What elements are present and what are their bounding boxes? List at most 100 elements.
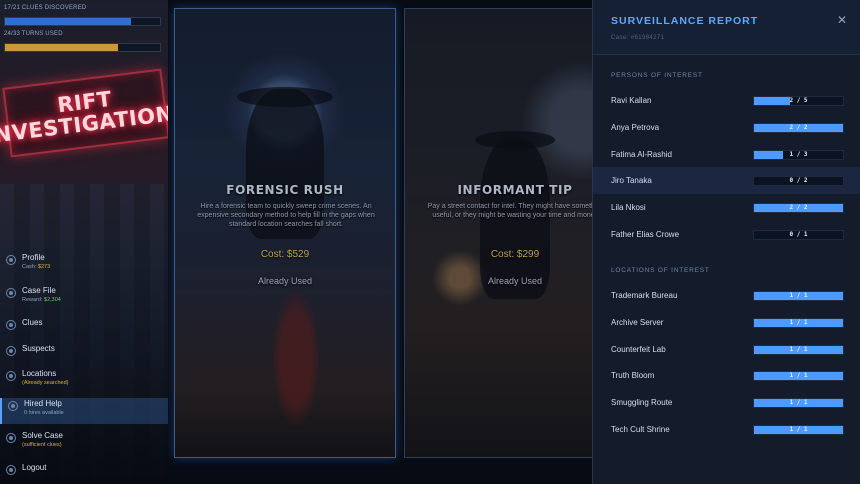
card-cost: Cost: $529 bbox=[260, 249, 310, 260]
location-progress-value: 1 / 1 bbox=[789, 426, 808, 433]
location-name: Smuggling Route bbox=[611, 398, 673, 408]
sidebar-item-hired-help[interactable]: Hired Help 0 hires available bbox=[0, 398, 168, 424]
neon-logo-sign: RIFT INVESTIGATIONS bbox=[0, 68, 168, 158]
person-progress-value: 1 / 3 bbox=[789, 150, 808, 158]
case-file-icon bbox=[6, 288, 16, 298]
location-row[interactable]: Smuggling Route 1 / 1 bbox=[593, 389, 860, 416]
location-row[interactable]: Archive Server 1 / 1 bbox=[593, 309, 860, 336]
sidebar-item-subtitle: (Already searched) bbox=[22, 380, 69, 386]
card-description: Pay a street contact for intel. They mig… bbox=[427, 203, 592, 219]
person-name: Ravi Kallan bbox=[611, 96, 652, 105]
clues-progress-label: 17/21 CLUES DISCOVERED bbox=[4, 5, 87, 11]
solve-case-icon bbox=[6, 433, 16, 443]
location-name: Trademark Bureau bbox=[611, 291, 678, 300]
person-progress-value: 2 / 2 bbox=[789, 204, 808, 212]
location-progress-bar: 1 / 1 bbox=[753, 291, 844, 301]
location-progress-bar: 1 / 1 bbox=[753, 425, 844, 435]
person-progress-bar: 0 / 1 bbox=[753, 230, 844, 240]
sidebar-item-clues[interactable]: Clues bbox=[0, 317, 168, 343]
card-status: Already Used bbox=[257, 276, 313, 286]
sidebar-item-subtitle: (sufficient clues) bbox=[22, 442, 62, 448]
location-row[interactable]: Truth Bloom 1 / 1 bbox=[593, 362, 860, 389]
person-row[interactable]: Fatima Al-Rashid 1 / 3 bbox=[593, 141, 860, 168]
location-progress-value: 1 / 1 bbox=[789, 372, 808, 380]
locations-section-title: LOCATIONS OF INTEREST bbox=[611, 267, 710, 274]
card-title: FORENSIC RUSH bbox=[226, 183, 344, 197]
sidebar-item-label: Solve Case bbox=[22, 431, 63, 440]
card-status: Already Used bbox=[487, 276, 543, 286]
person-row[interactable]: Father Elias Crowe 0 / 1 bbox=[593, 221, 860, 248]
clues-icon bbox=[6, 320, 16, 330]
hired-help-icon bbox=[8, 401, 18, 411]
location-progress-value: 1 / 1 bbox=[789, 399, 808, 407]
location-row[interactable]: Tech Cult Shrine 1 / 1 bbox=[593, 416, 860, 443]
logout-icon bbox=[6, 465, 16, 475]
location-progress-bar: 1 / 1 bbox=[753, 317, 844, 328]
sidebar-item-suspects[interactable]: Suspects bbox=[0, 343, 168, 369]
location-progress-bar: 1 / 1 bbox=[753, 344, 844, 355]
location-name: Truth Bloom bbox=[611, 371, 655, 381]
location-row[interactable]: Counterfeit Lab 1 / 1 bbox=[593, 336, 860, 363]
sidebar-item-subtitle: 0 hires available bbox=[24, 410, 64, 416]
location-progress-bar: 1 / 1 bbox=[753, 398, 844, 409]
person-progress-value: 0 / 2 bbox=[789, 177, 808, 185]
hired-help-panel: FORENSIC RUSH Hire a forensic team to qu… bbox=[168, 0, 592, 484]
sidebar-item-label: Hired Help bbox=[24, 399, 62, 408]
close-icon[interactable]: ✕ bbox=[835, 13, 849, 27]
person-row[interactable]: Ravi Kallan 2 / 5 bbox=[593, 87, 860, 114]
location-progress-bar: 1 / 1 bbox=[753, 371, 844, 382]
sidebar-item-label: Clues bbox=[22, 318, 43, 327]
sidebar-item-label: Profile bbox=[22, 253, 45, 262]
person-name: Jiro Tanaka bbox=[611, 176, 652, 186]
locations-icon bbox=[6, 371, 16, 381]
person-name: Lila Nkosi bbox=[611, 203, 646, 213]
person-progress-value: 0 / 1 bbox=[789, 231, 808, 238]
location-row[interactable]: Trademark Bureau 1 / 1 bbox=[593, 282, 860, 309]
profile-icon bbox=[6, 255, 16, 265]
card-title: INFORMANT TIP bbox=[457, 183, 573, 197]
person-name: Fatima Al-Rashid bbox=[611, 149, 672, 159]
sidebar-item-case-file[interactable]: Case File Reward: $2,304 bbox=[0, 285, 168, 311]
person-row[interactable]: Jiro Tanaka 0 / 2 bbox=[593, 167, 860, 195]
person-name: Father Elias Crowe bbox=[611, 230, 680, 239]
location-name: Archive Server bbox=[611, 317, 664, 327]
forensic-rush-card[interactable]: FORENSIC RUSH Hire a forensic team to qu… bbox=[174, 8, 396, 458]
person-row[interactable]: Anya Petrova 2 / 2 bbox=[593, 114, 860, 141]
location-progress-value: 1 / 1 bbox=[789, 292, 808, 299]
person-row[interactable]: Lila Nkosi 2 / 2 bbox=[593, 194, 860, 221]
person-name: Anya Petrova bbox=[611, 122, 660, 132]
person-progress-value: 2 / 5 bbox=[789, 97, 808, 104]
location-name: Counterfeit Lab bbox=[611, 344, 666, 354]
case-number: Case: #61984271 bbox=[611, 35, 665, 41]
sidebar-item-solve-case[interactable]: Solve Case (sufficient clues) bbox=[0, 430, 168, 456]
sidebar-item-label: Case File bbox=[22, 286, 56, 295]
sidebar-item-profile[interactable]: Profile Cash: $273 bbox=[0, 252, 168, 278]
sidebar-item-locations[interactable]: Locations (Already searched) bbox=[0, 368, 168, 394]
turns-progress-fill bbox=[5, 44, 119, 51]
report-header: SURVEILLANCE REPORT Case: #61984271 ✕ bbox=[593, 0, 860, 55]
person-progress-bar: 0 / 2 bbox=[753, 176, 844, 187]
sidebar-item-label: Logout bbox=[22, 463, 47, 472]
card-description: Hire a forensic team to quickly sweep cr… bbox=[197, 203, 375, 228]
report-title: SURVEILLANCE REPORT bbox=[611, 15, 759, 27]
location-name: Tech Cult Shrine bbox=[611, 425, 670, 434]
sidebar-item-label: Locations bbox=[22, 369, 57, 378]
persons-section-title: PERSONS OF INTEREST bbox=[611, 72, 703, 79]
location-progress-value: 1 / 1 bbox=[789, 318, 808, 326]
person-progress-bar: 1 / 3 bbox=[753, 149, 844, 160]
card-cost: Cost: $299 bbox=[490, 249, 540, 260]
informant-tip-card[interactable]: INFORMANT TIP Pay a street contact for i… bbox=[404, 8, 592, 458]
sidebar-item-subtitle: Reward: $2,304 bbox=[22, 297, 61, 303]
person-progress-value: 2 / 2 bbox=[789, 123, 808, 131]
clues-progress-bar bbox=[4, 17, 161, 26]
location-progress-value: 1 / 1 bbox=[789, 345, 808, 353]
clues-progress-fill bbox=[5, 18, 131, 25]
sidebar-item-label: Suspects bbox=[22, 344, 55, 353]
turns-progress-label: 24/33 TURNS USED bbox=[4, 31, 63, 37]
sidebar-item-logout[interactable]: Logout bbox=[0, 462, 168, 484]
person-progress-bar: 2 / 2 bbox=[753, 203, 844, 214]
suspects-icon bbox=[6, 346, 16, 356]
sidebar: 17/21 CLUES DISCOVERED 24/33 TURNS USED … bbox=[0, 0, 168, 484]
surveillance-report-panel: SURVEILLANCE REPORT Case: #61984271 ✕ PE… bbox=[592, 0, 860, 484]
turns-progress-bar bbox=[4, 43, 161, 52]
